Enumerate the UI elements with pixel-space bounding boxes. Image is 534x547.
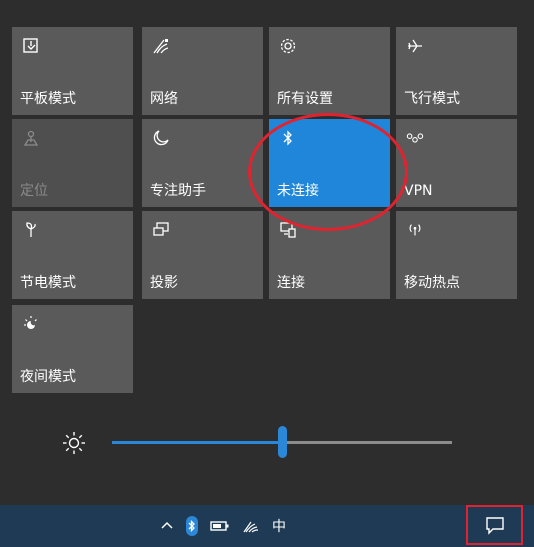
action-center-panel: 平板模式 网络 所有设置 飞行模式定位 专注助手 未连接 VPN 节电模式 投影 连接 移动热点夜间… <box>0 0 534 505</box>
tile-label: 夜间模式 <box>20 369 76 385</box>
tile-label: 投影 <box>150 275 178 291</box>
tile-tablet-mode[interactable]: 平板模式 <box>12 27 133 115</box>
location-icon <box>22 129 40 147</box>
night-light-icon <box>22 315 40 333</box>
bluetooth-icon <box>186 516 198 536</box>
tile-mobile-hotspot[interactable]: 移动热点 <box>396 211 517 299</box>
tile-label: 飞行模式 <box>404 91 460 107</box>
tile-focus-assist[interactable]: 专注助手 <box>142 119 263 207</box>
battery-icon[interactable] <box>210 515 230 537</box>
wifi-icon[interactable] <box>242 515 260 537</box>
gear-icon <box>279 37 297 55</box>
tile-connect[interactable]: 连接 <box>269 211 390 299</box>
tile-label: 未连接 <box>277 183 319 199</box>
brightness-slider[interactable] <box>112 426 452 458</box>
bluetooth-icon <box>279 129 297 147</box>
tile-vpn[interactable]: VPN <box>396 119 517 207</box>
tile-network[interactable]: 网络 <box>142 27 263 115</box>
tile-label: 移动热点 <box>404 275 460 291</box>
brightness-icon <box>62 431 86 455</box>
tile-bluetooth[interactable]: 未连接 <box>269 119 390 207</box>
airplane-icon <box>406 37 424 55</box>
tile-label: 节电模式 <box>20 275 76 291</box>
ime-indicator[interactable]: 中 <box>272 515 286 537</box>
system-tray: 中 <box>160 515 286 537</box>
action-center-button[interactable] <box>466 505 523 545</box>
tile-label: 网络 <box>150 91 178 107</box>
brightness-slider-fill <box>112 441 282 444</box>
tile-all-settings[interactable]: 所有设置 <box>269 27 390 115</box>
tile-label: 所有设置 <box>277 91 333 107</box>
project-icon <box>152 221 170 239</box>
brightness-control <box>0 415 534 475</box>
tile-location[interactable]: 定位 <box>12 119 133 207</box>
tile-airplane-mode[interactable]: 飞行模式 <box>396 27 517 115</box>
tile-label: 连接 <box>277 275 305 291</box>
moon-icon <box>152 129 170 147</box>
wifi-icon <box>152 37 170 55</box>
connect-icon <box>279 221 297 239</box>
vpn-icon <box>406 129 424 147</box>
tile-battery-saver[interactable]: 节电模式 <box>12 211 133 299</box>
chevron-up-icon[interactable] <box>160 515 174 537</box>
tablet-mode-icon <box>22 37 40 55</box>
hotspot-icon <box>406 221 424 239</box>
notification-icon <box>485 517 504 535</box>
tile-label: 定位 <box>20 183 48 199</box>
bluetooth-tray-button[interactable] <box>186 515 198 537</box>
tile-label: VPN <box>404 183 433 199</box>
brightness-slider-thumb[interactable] <box>278 426 287 458</box>
tile-night-light[interactable]: 夜间模式 <box>12 305 133 393</box>
tile-label: 专注助手 <box>150 183 206 199</box>
taskbar: 中 <box>0 505 534 547</box>
tile-label: 平板模式 <box>20 91 76 107</box>
battery-saver-icon <box>22 221 40 239</box>
tile-project[interactable]: 投影 <box>142 211 263 299</box>
